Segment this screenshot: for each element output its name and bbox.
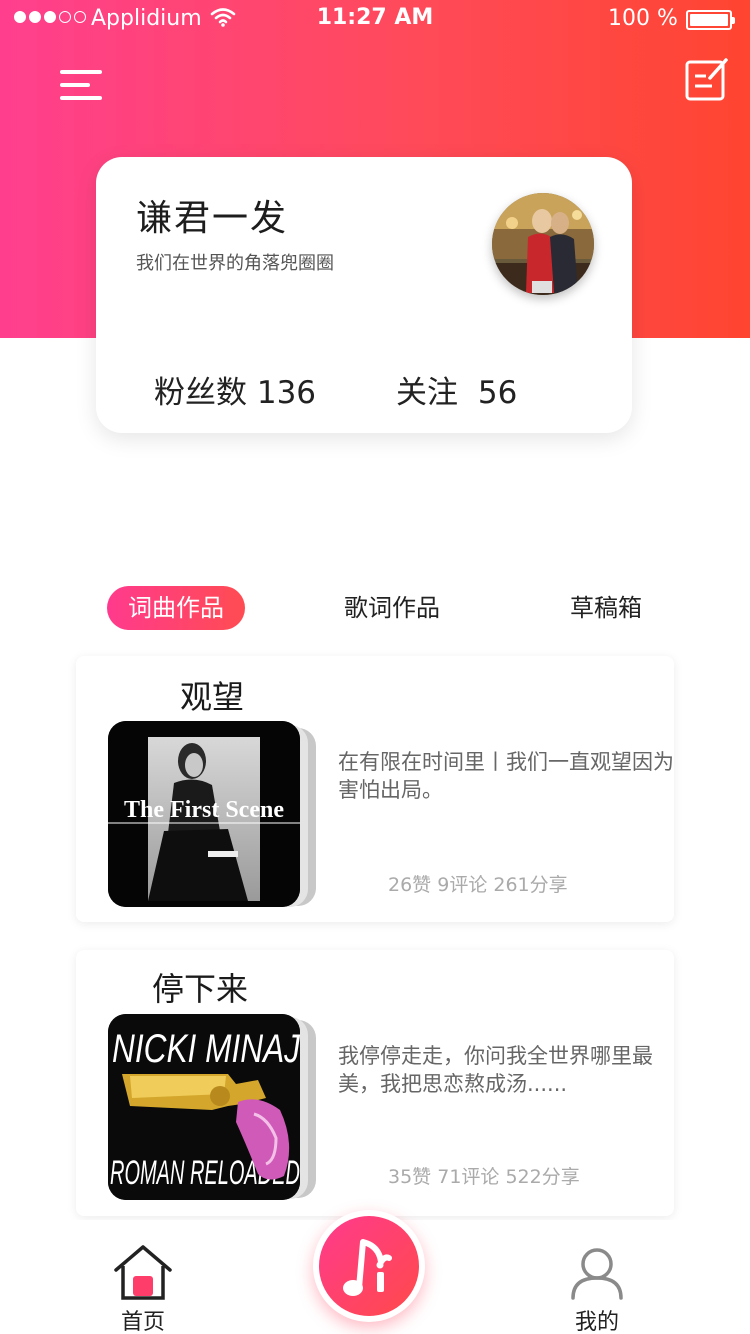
tab-drafts[interactable]: 草稿箱 (550, 586, 662, 630)
profile-card[interactable]: 谦君一发 我们在世界的角落兜圈圈 粉丝数 136 关注 56 (96, 157, 632, 433)
battery-icon (686, 10, 735, 30)
menu-icon[interactable] (60, 66, 106, 104)
battery-percent: 100 % (608, 6, 678, 31)
likes-count[interactable]: 35赞 (388, 1166, 431, 1188)
work-card[interactable]: 停下来 NICKI MINAJ ROMAN RELOADED 我停停走走，你问我… (76, 950, 674, 1216)
nav-mine-label: 我的 (574, 1310, 619, 1334)
user-name: 谦君一发 (136, 198, 289, 239)
comments-count[interactable]: 71评论 (437, 1166, 499, 1188)
shares-count[interactable]: 261分享 (493, 874, 567, 896)
edit-icon[interactable] (684, 56, 730, 102)
user-bio: 我们在世界的角落兜圈圈 (136, 253, 334, 274)
follow-label: 关注 (396, 375, 458, 411)
work-title: 停下来 (152, 970, 249, 1008)
cover-text-top: NICKI MINAJ (112, 1027, 300, 1071)
fans-label: 粉丝数 (154, 375, 247, 411)
follow-count: 56 (477, 375, 518, 411)
work-card[interactable]: 观望 The First Scene 在有限在时间里丨我们一直观望因为害怕出局。… (76, 656, 674, 922)
nav-mine[interactable]: 我的 (562, 1244, 632, 1334)
work-stats: 35赞 71评论 522分享 (388, 1162, 580, 1189)
compose-button-face (319, 1216, 419, 1316)
work-stats: 26赞 9评论 261分享 (388, 870, 568, 897)
fans-count: 136 (256, 375, 317, 411)
tab-lyrics-music[interactable]: 词曲作品 (107, 586, 245, 630)
follow-stat[interactable]: 关注 56 (396, 367, 517, 412)
nav-home-label: 首页 (120, 1310, 165, 1334)
compose-button[interactable] (313, 1210, 425, 1322)
avatar[interactable] (492, 193, 594, 295)
user-icon (571, 1248, 623, 1300)
work-lyric: 我停停走走，你问我全世界哪里最美，我把思恋熬成汤...... (338, 1044, 653, 1096)
comments-count[interactable]: 9评论 (437, 874, 487, 896)
likes-count[interactable]: 26赞 (388, 874, 431, 896)
status-bar: Applidium 11:27 AM 100 % (0, 0, 750, 40)
work-lyric: 在有限在时间里丨我们一直观望因为害怕出局。 (338, 750, 674, 802)
album-cover[interactable]: NICKI MINAJ ROMAN RELOADED (108, 1014, 300, 1200)
work-title: 观望 (180, 678, 245, 716)
cover-text: The First Scene (124, 797, 284, 823)
fans-stat[interactable]: 粉丝数 136 (154, 367, 316, 412)
music-note-icon (343, 1239, 392, 1296)
nav-home[interactable]: 首页 (108, 1244, 178, 1334)
home-icon (114, 1245, 172, 1300)
shares-count[interactable]: 522分享 (505, 1166, 579, 1188)
album-cover[interactable]: The First Scene (108, 721, 300, 907)
tab-lyrics[interactable]: 歌词作品 (322, 586, 462, 630)
